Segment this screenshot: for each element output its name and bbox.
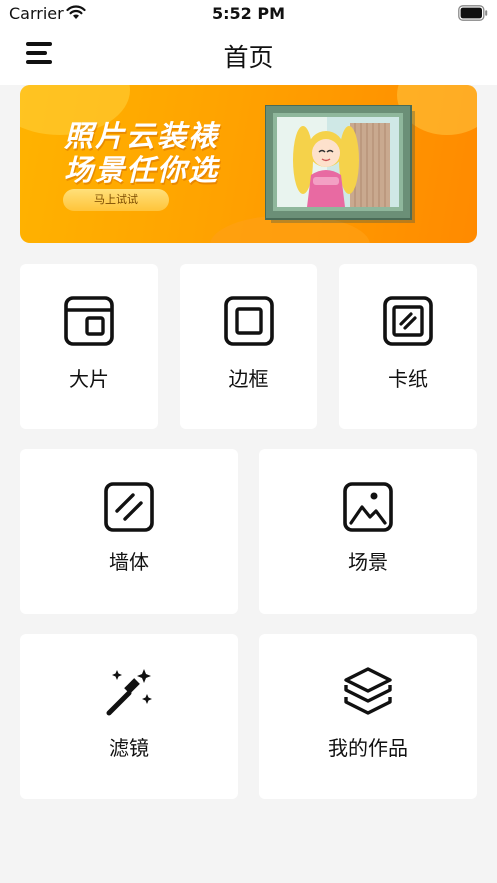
tile-scene[interactable]: 场景 bbox=[259, 449, 477, 614]
tile-label: 我的作品 bbox=[328, 736, 408, 760]
tile-my-works[interactable]: 我的作品 bbox=[259, 634, 477, 799]
banner-headline-2: 场景任你选 bbox=[64, 153, 220, 187]
tile-label: 场景 bbox=[348, 550, 388, 574]
clock: 5:52 PM bbox=[211, 4, 285, 23]
try-now-button[interactable]: 马上试试 bbox=[63, 189, 169, 211]
tile-frame[interactable]: 边框 bbox=[180, 264, 317, 429]
nav-bar: 首页 bbox=[0, 30, 497, 85]
photo-card-icon bbox=[64, 296, 114, 346]
battery-icon bbox=[458, 5, 488, 21]
tile-label: 滤镜 bbox=[109, 736, 149, 760]
tile-photo[interactable]: 大片 bbox=[20, 264, 158, 429]
layers-icon bbox=[344, 667, 392, 715]
tile-mat-board[interactable]: 卡纸 bbox=[339, 264, 477, 429]
tile-wall[interactable]: 墙体 bbox=[20, 449, 238, 614]
tile-label: 边框 bbox=[228, 367, 269, 391]
wall-icon bbox=[104, 482, 154, 532]
mat-board-icon bbox=[383, 296, 433, 346]
status-bar: Carrier 5:52 PM bbox=[0, 0, 497, 30]
magic-wand-icon bbox=[106, 669, 152, 716]
tile-filter[interactable]: 滤镜 bbox=[20, 634, 238, 799]
page-title: 首页 bbox=[223, 43, 274, 72]
framed-picture-illustration bbox=[265, 105, 415, 223]
tile-label: 大片 bbox=[69, 367, 109, 391]
scene-image-icon bbox=[343, 482, 393, 532]
promo-banner[interactable]: 照片云装裱 场景任你选 马上试试 bbox=[20, 85, 477, 243]
tile-label: 卡纸 bbox=[388, 367, 428, 391]
frame-icon bbox=[223, 296, 274, 346]
tile-label: 墙体 bbox=[109, 550, 149, 574]
